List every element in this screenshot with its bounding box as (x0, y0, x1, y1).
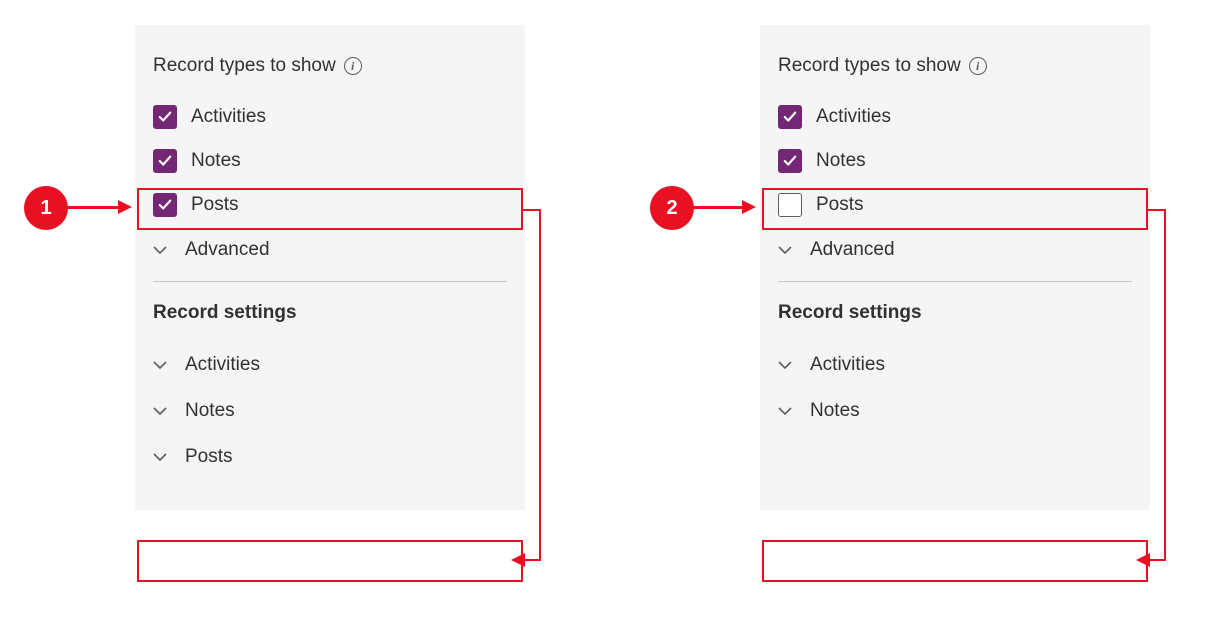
checkbox-row-posts[interactable]: Posts (135, 183, 525, 227)
checkmark-icon (783, 110, 797, 124)
checkbox-label: Notes (191, 150, 241, 172)
checkbox-row-posts[interactable]: Posts (760, 183, 1150, 227)
chevron-down-icon (153, 452, 167, 462)
checkbox-label: Posts (191, 194, 239, 216)
annotation-connector (539, 209, 541, 561)
advanced-expander[interactable]: Advanced (135, 227, 525, 273)
arrow-head-icon (511, 553, 525, 567)
checkbox-label: Activities (191, 106, 266, 128)
checkbox-notes[interactable] (153, 149, 177, 173)
callout-two: 2 (650, 186, 694, 230)
checkbox-row-activities[interactable]: Activities (760, 95, 1150, 139)
checkbox-row-activities[interactable]: Activities (135, 95, 525, 139)
record-settings-header: Record settings (760, 288, 1150, 342)
chevron-down-icon (778, 245, 792, 255)
settings-row-posts[interactable]: Posts (135, 434, 525, 480)
info-icon[interactable]: i (969, 57, 987, 75)
settings-row-notes[interactable]: Notes (135, 388, 525, 434)
annotation-arrow (68, 206, 118, 209)
annotation-arrow (694, 206, 742, 209)
chevron-down-icon (778, 360, 792, 370)
callout-one: 1 (24, 186, 68, 230)
settings-row-label: Posts (185, 446, 233, 468)
annotation-connector (523, 559, 541, 561)
settings-row-empty (760, 434, 1150, 480)
checkmark-icon (158, 154, 172, 168)
settings-row-label: Activities (185, 354, 260, 376)
settings-row-label: Notes (185, 400, 235, 422)
settings-row-activities[interactable]: Activities (760, 342, 1150, 388)
annotation-connector (1148, 559, 1166, 561)
record-types-label: Record types to show (153, 55, 336, 77)
record-types-label: Record types to show (778, 55, 961, 77)
checkbox-row-notes[interactable]: Notes (760, 139, 1150, 183)
checkbox-activities[interactable] (153, 105, 177, 129)
checkmark-icon (158, 198, 172, 212)
checkbox-row-notes[interactable]: Notes (135, 139, 525, 183)
checkbox-posts[interactable] (778, 193, 802, 217)
settings-row-label: Notes (810, 400, 860, 422)
checkbox-notes[interactable] (778, 149, 802, 173)
settings-row-label: Activities (810, 354, 885, 376)
checkbox-label: Activities (816, 106, 891, 128)
checkbox-label: Posts (816, 194, 864, 216)
advanced-expander[interactable]: Advanced (760, 227, 1150, 273)
settings-row-notes[interactable]: Notes (760, 388, 1150, 434)
arrow-head-icon (1136, 553, 1150, 567)
checkbox-posts[interactable] (153, 193, 177, 217)
chevron-down-icon (153, 245, 167, 255)
checkbox-activities[interactable] (778, 105, 802, 129)
settings-row-activities[interactable]: Activities (135, 342, 525, 388)
chevron-down-icon (153, 360, 167, 370)
settings-panel-left: Record types to show i Activities Notes … (135, 25, 525, 510)
arrow-head-icon (118, 200, 132, 214)
chevron-down-icon (778, 406, 792, 416)
advanced-label: Advanced (810, 239, 895, 261)
checkbox-label: Notes (816, 150, 866, 172)
record-settings-header: Record settings (135, 288, 525, 342)
divider (778, 281, 1132, 282)
divider (153, 281, 507, 282)
chevron-down-icon (153, 406, 167, 416)
record-types-header: Record types to show i (760, 45, 1150, 95)
highlight-posts-settings-left (137, 540, 523, 582)
annotation-connector (1164, 209, 1166, 561)
settings-panel-right: Record types to show i Activities Notes … (760, 25, 1150, 510)
advanced-label: Advanced (185, 239, 270, 261)
arrow-head-icon (742, 200, 756, 214)
info-icon[interactable]: i (344, 57, 362, 75)
highlight-posts-settings-right (762, 540, 1148, 582)
record-types-header: Record types to show i (135, 45, 525, 95)
checkmark-icon (783, 154, 797, 168)
checkmark-icon (158, 110, 172, 124)
